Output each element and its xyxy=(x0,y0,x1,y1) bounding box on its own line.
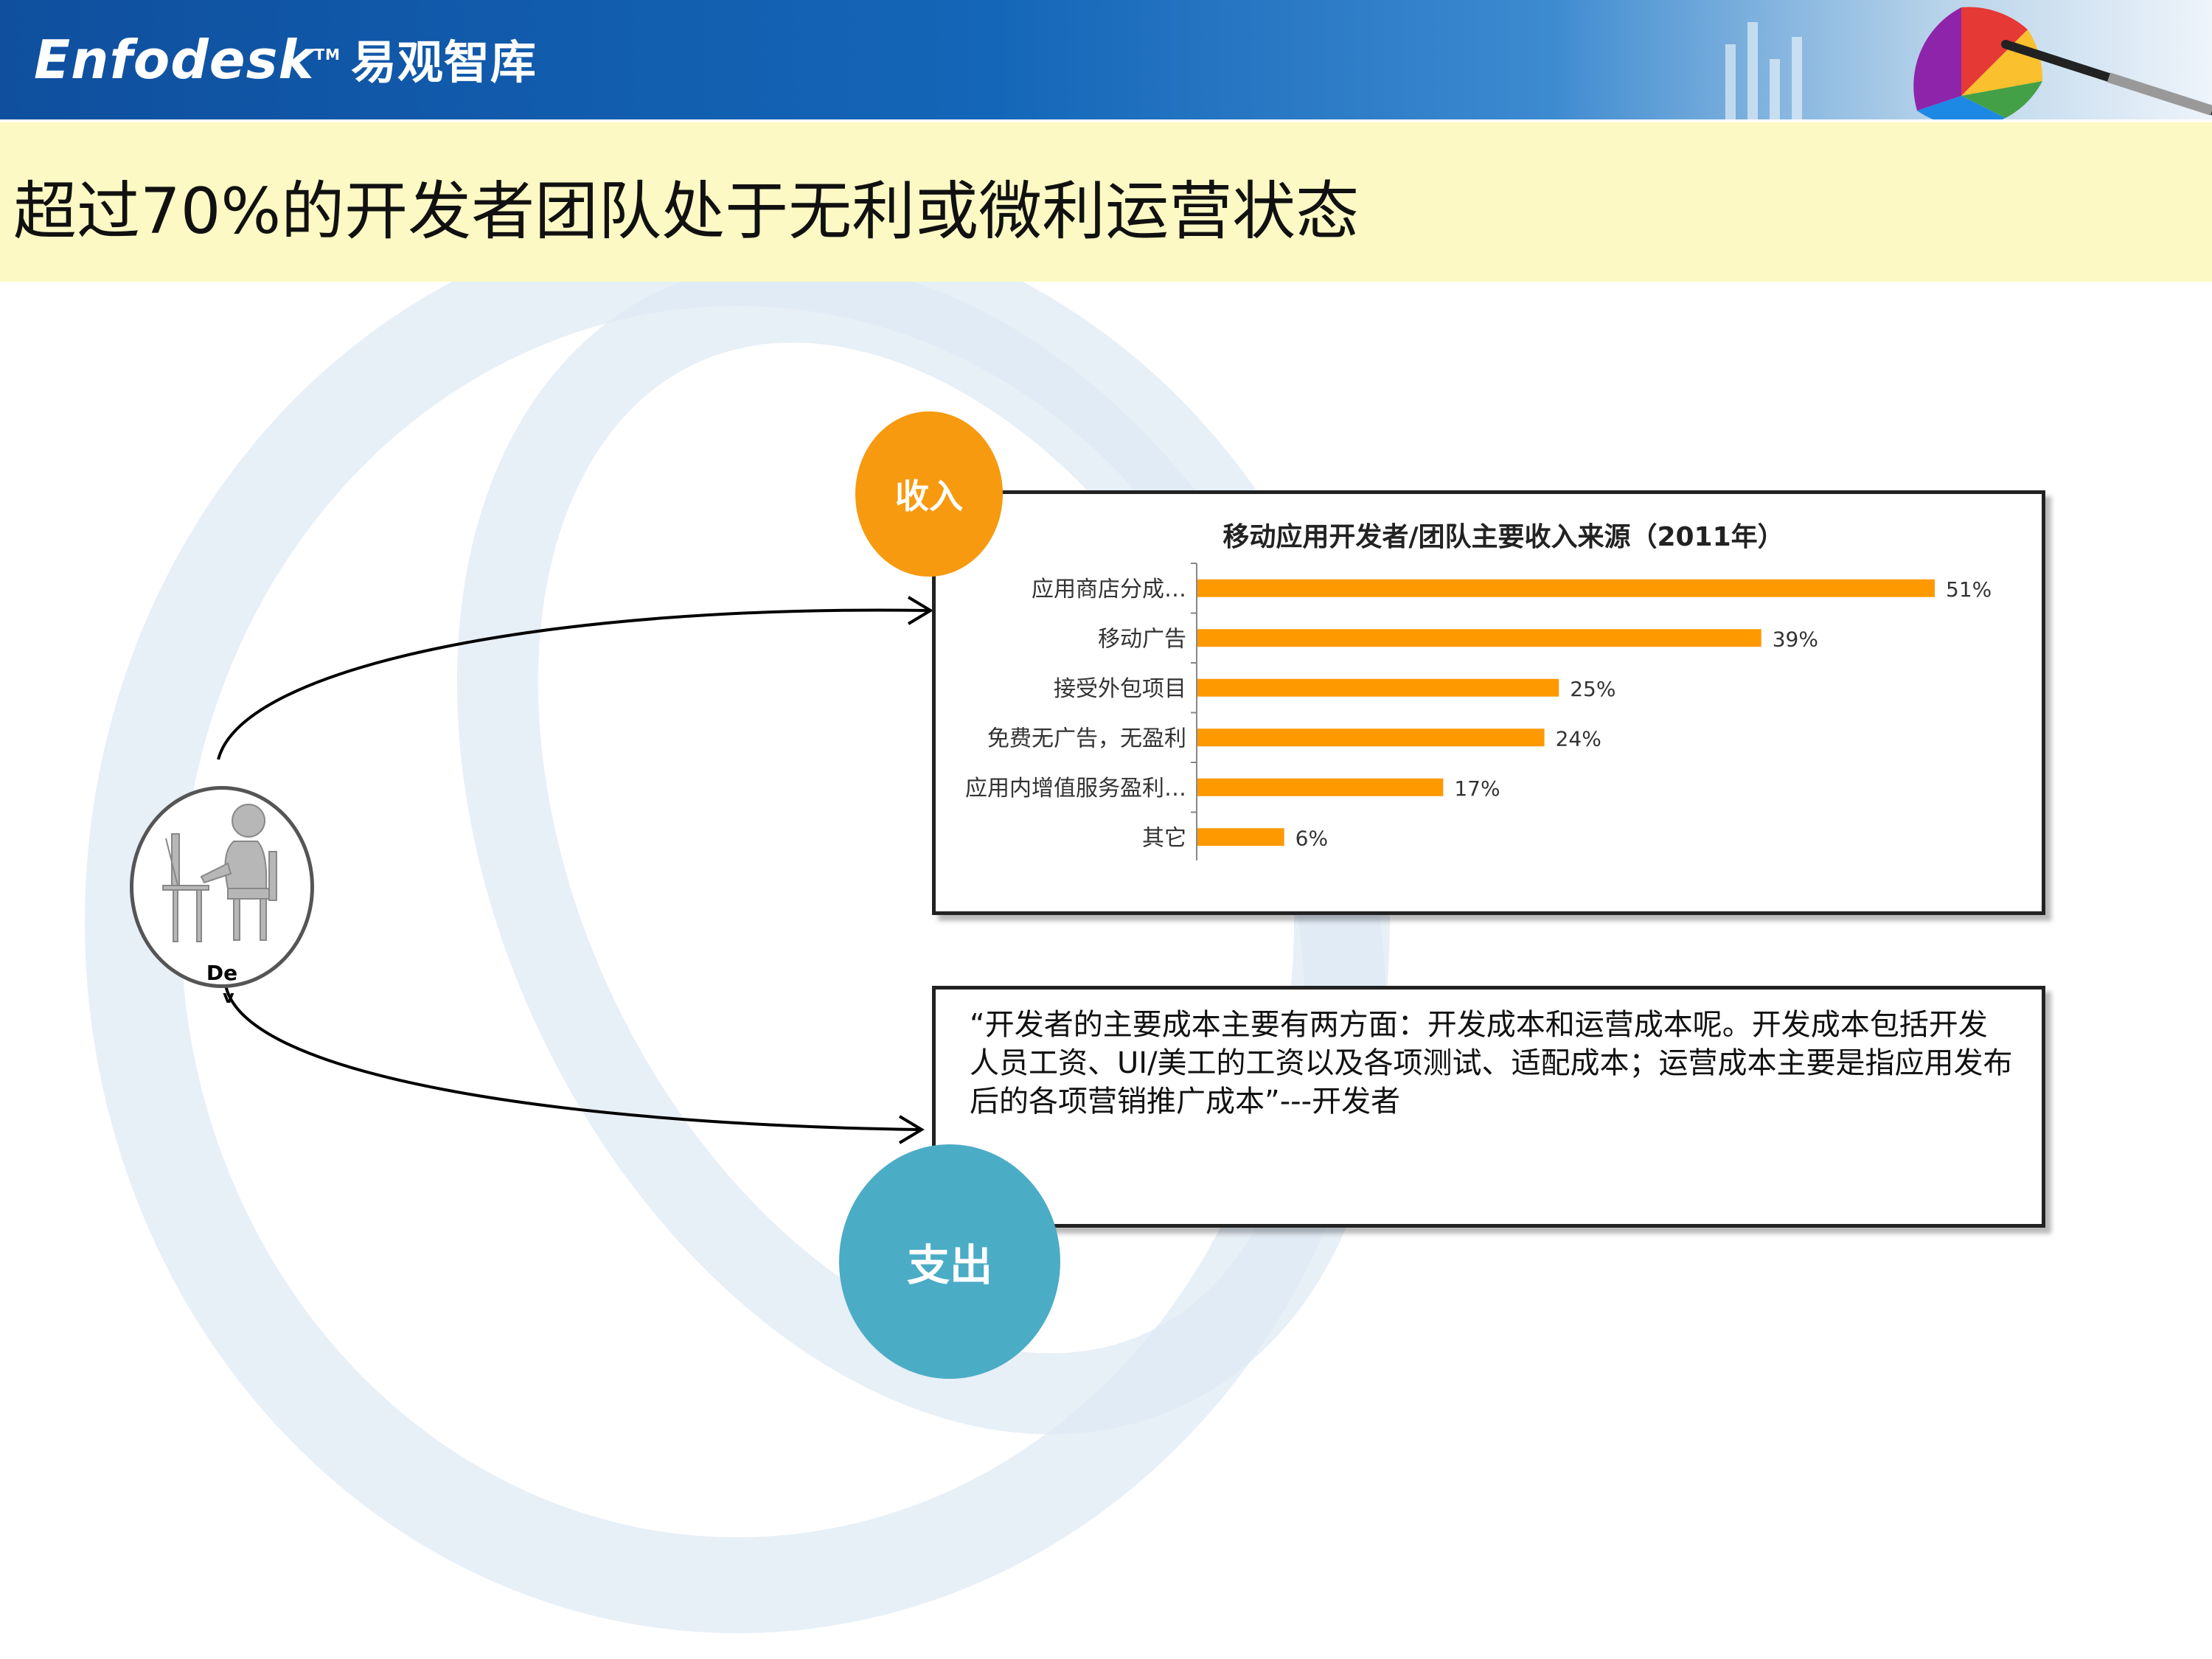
chart-bar xyxy=(1197,828,1284,846)
chart-category-label: 接受外包项目 xyxy=(1054,676,1186,702)
income-label: 收入 xyxy=(895,476,963,516)
chart-category-label: 移动广告 xyxy=(1098,626,1186,652)
chart-bar xyxy=(1197,728,1545,747)
income-chart-panel: 移动应用开发者/团队主要收入来源（2011年） 应用商店分成… 51% 移动广告 39%… xyxy=(932,490,2045,915)
developer-label-overflow: v xyxy=(223,987,234,1007)
chart-data-label: 51% xyxy=(1946,577,1992,602)
developer-at-computer-icon xyxy=(162,804,277,942)
chart-category-label: 其它 xyxy=(1142,825,1186,851)
income-arrow xyxy=(217,608,930,760)
developer-label: De xyxy=(206,961,238,985)
chart-data-label: 39% xyxy=(1773,627,1818,651)
chart-bar xyxy=(1197,678,1559,697)
chart-category-label: 免费无广告，无盈利 xyxy=(987,726,1186,751)
expense-circle: 支出 xyxy=(839,1144,1060,1379)
cost-quote-panel: “开发者的主要成本主要有两方面：开发成本和运营成本呢。开发成本包括开发人员工资、… xyxy=(932,986,2045,1228)
chart-data-label: 17% xyxy=(1454,776,1500,801)
chart-data-label: 24% xyxy=(1556,726,1601,751)
chart-category-label: 应用内增值服务盈利… xyxy=(965,776,1186,801)
expense-arrow xyxy=(224,984,921,1131)
chart-bar xyxy=(1197,629,1761,647)
income-bar-chart: 移动应用开发者/团队主要收入来源（2011年） 应用商店分成… 51% 移动广告 39%… xyxy=(965,522,1992,860)
chart-title: 移动应用开发者/团队主要收入来源（2011年） xyxy=(1222,522,1784,552)
chart-bar xyxy=(1197,778,1444,796)
developer-quote: “开发者的主要成本主要有两方面：开发成本和运营成本呢。开发成本包括开发人员工资、… xyxy=(970,1008,2013,1119)
chart-data-label: 25% xyxy=(1570,677,1615,701)
developer-circle: De xyxy=(130,786,314,988)
chart-data-label: 6% xyxy=(1295,826,1328,850)
income-circle: 收入 xyxy=(855,411,1003,577)
chart-category-label: 应用商店分成… xyxy=(1032,577,1186,602)
expense-label: 支出 xyxy=(906,1240,992,1290)
chart-bar xyxy=(1197,579,1935,597)
